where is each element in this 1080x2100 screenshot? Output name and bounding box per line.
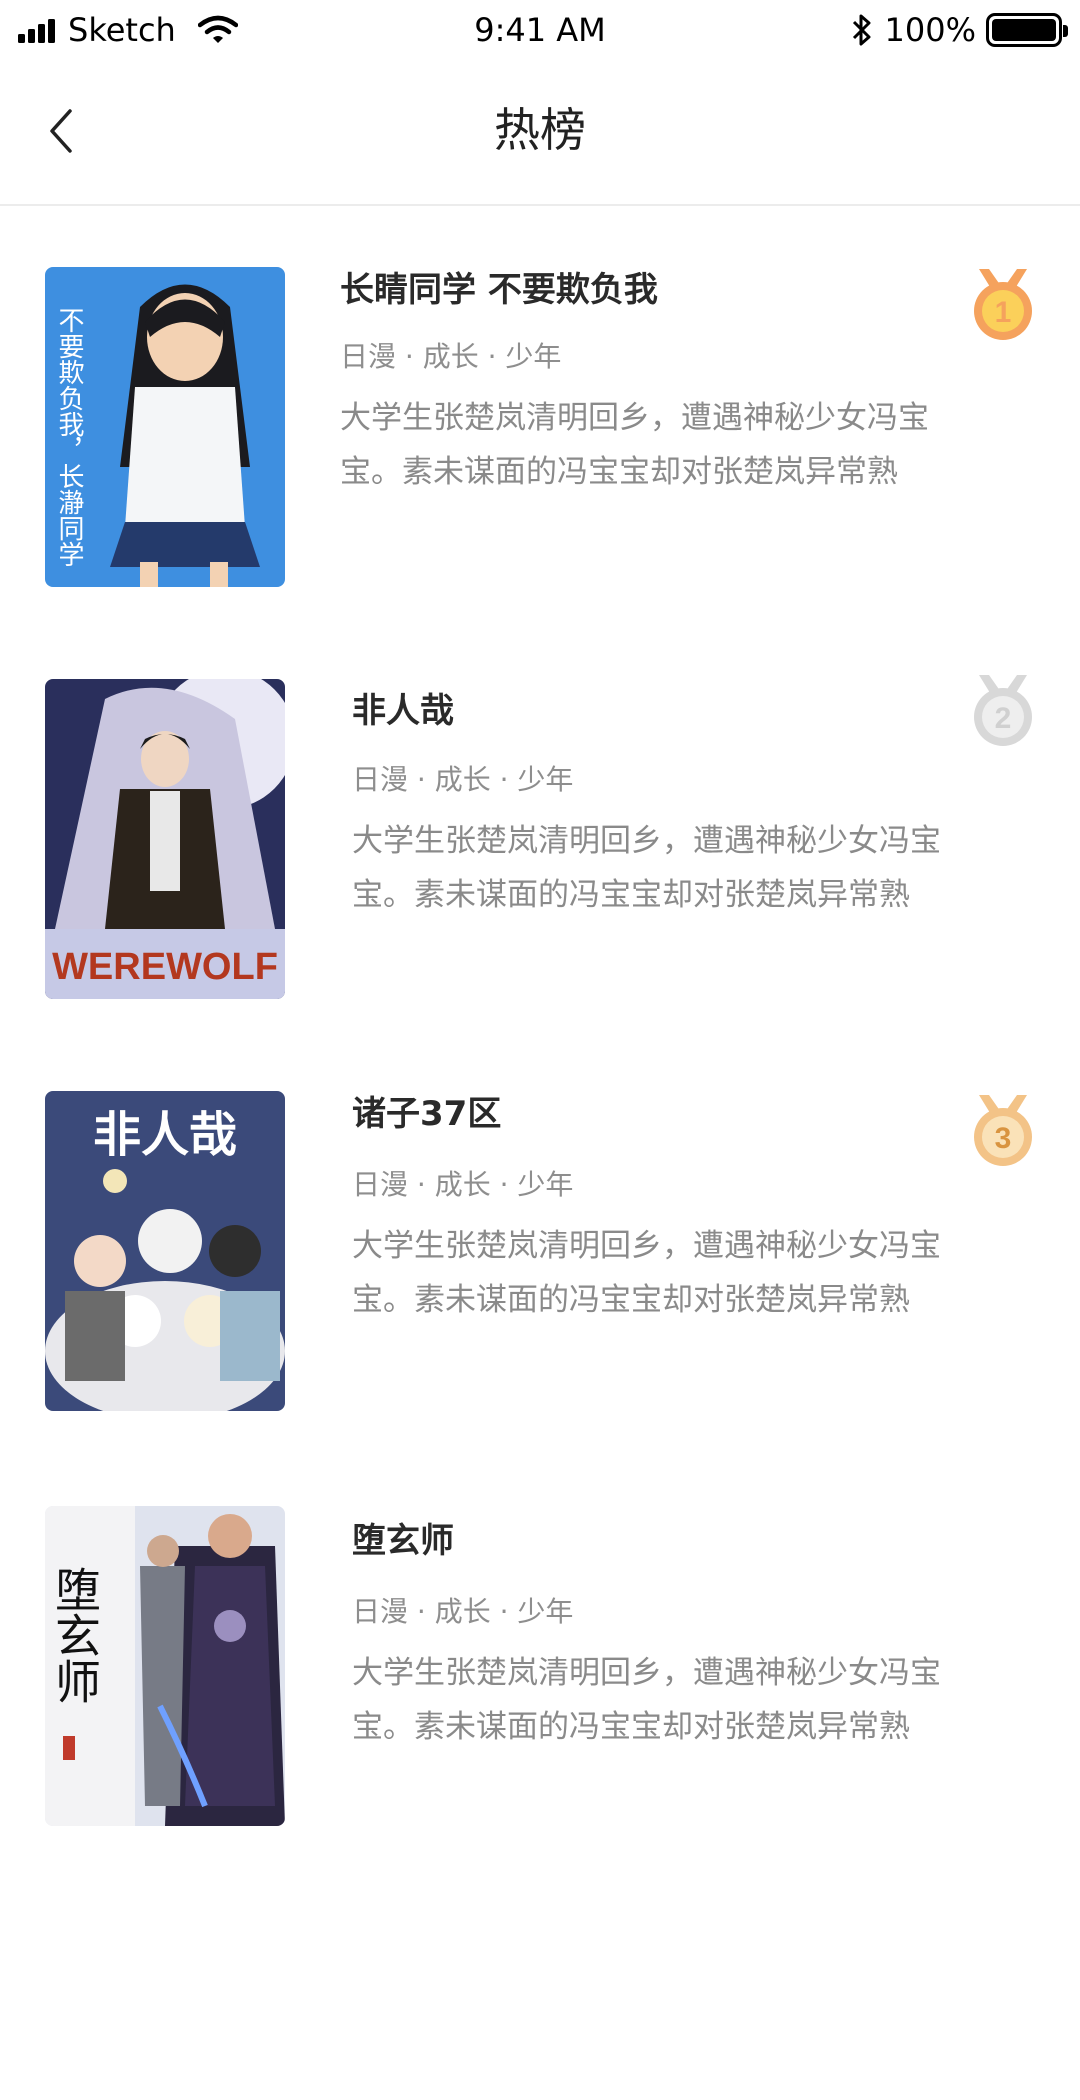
item-title: 长睛同学 不要欺负我 <box>340 270 658 310</box>
comic-cover[interactable]: 堕玄师 <box>45 1506 285 1826</box>
item-title: 诸子37区 <box>352 1094 502 1134</box>
item-info: 长睛同学 不要欺负我 日漫 · 成长 · 少年 大学生张楚岚清明回乡，遭遇神秘少… <box>340 267 980 499</box>
item-info: 诸子37区 日漫 · 成长 · 少年 大学生张楚岚清明回乡，遭遇神秘少女冯宝宝。… <box>352 1091 992 1327</box>
item-description: 大学生张楚岚清明回乡，遭遇神秘少女冯宝宝。素未谋面的冯宝宝却对张楚岚异常熟 <box>352 1228 941 1318</box>
bluetooth-icon <box>852 14 871 46</box>
item-title: 非人哉 <box>352 691 454 731</box>
silver-medal-icon: 2 <box>971 673 1035 749</box>
cover-image-nagatoro: 不要欺负我，长瀞同学 <box>45 267 285 587</box>
item-description: 大学生张楚岚清明回乡，遭遇神秘少女冯宝宝。素未谋面的冯宝宝却对张楚岚异常熟 <box>340 400 929 490</box>
status-right: 100% <box>851 10 1068 50</box>
list-item[interactable]: 非人哉 诸子37区 日漫 · 成长 · 少年 大学生张楚岚清明回乡，遭遇神秘少女… <box>0 1091 1080 1411</box>
cover-image-werewolf: WEREWOLF <box>45 679 285 999</box>
bronze-medal-icon: 3 <box>971 1093 1035 1169</box>
svg-text:1: 1 <box>995 296 1012 329</box>
comic-cover[interactable]: WEREWOLF <box>45 679 285 999</box>
cover-image-feirenzai: 非人哉 <box>45 1091 285 1411</box>
item-tags: 日漫 · 成长 · 少年 <box>352 1168 574 1201</box>
svg-text:3: 3 <box>995 1122 1012 1155</box>
cover-title: WEREWOLF <box>52 946 278 988</box>
comic-cover[interactable]: 不要欺负我，长瀞同学 <box>45 267 285 587</box>
battery-icon <box>986 13 1068 47</box>
nav-bar: 热榜 <box>0 60 1080 206</box>
cover-title: 不要欺负我，长瀞同学 <box>54 307 84 567</box>
item-tags: 日漫 · 成长 · 少年 <box>340 340 562 373</box>
svg-text:2: 2 <box>995 702 1012 735</box>
item-tags: 日漫 · 成长 · 少年 <box>352 763 574 796</box>
cover-title: 非人哉 <box>93 1107 237 1163</box>
item-description: 大学生张楚岚清明回乡，遭遇神秘少女冯宝宝。素未谋面的冯宝宝却对张楚岚异常熟 <box>352 1655 941 1745</box>
item-info: 堕玄师 日漫 · 成长 · 少年 大学生张楚岚清明回乡，遭遇神秘少女冯宝宝。素未… <box>352 1506 992 1754</box>
gold-medal-icon: 1 <box>971 267 1035 343</box>
battery-percent: 100% <box>884 11 976 49</box>
list-item[interactable]: 不要欺负我，长瀞同学 长睛同学 不要欺负我 日漫 · 成长 · 少年 大学生张楚… <box>0 267 1080 587</box>
list-item[interactable]: 堕玄师 堕玄师 日漫 · 成长 · 少年 大学生张楚岚清明回乡，遭遇神秘少女冯宝… <box>0 1506 1080 1826</box>
comic-cover[interactable]: 非人哉 <box>45 1091 285 1411</box>
item-info: 非人哉 日漫 · 成长 · 少年 大学生张楚岚清明回乡，遭遇神秘少女冯宝宝。素未… <box>352 679 992 922</box>
item-tags: 日漫 · 成长 · 少年 <box>352 1595 574 1628</box>
page-title: 热榜 <box>494 103 586 157</box>
item-description: 大学生张楚岚清明回乡，遭遇神秘少女冯宝宝。素未谋面的冯宝宝却对张楚岚异常熟 <box>352 823 941 913</box>
status-bar: Sketch 9:41 AM 100% <box>0 0 1080 60</box>
cover-title: 堕玄师 <box>48 1566 102 1704</box>
list-item[interactable]: WEREWOLF 非人哉 日漫 · 成长 · 少年 大学生张楚岚清明回乡，遭遇神… <box>0 675 1080 999</box>
cover-image-duoxuanshi: 堕玄师 <box>45 1506 285 1826</box>
item-title: 堕玄师 <box>352 1521 454 1561</box>
